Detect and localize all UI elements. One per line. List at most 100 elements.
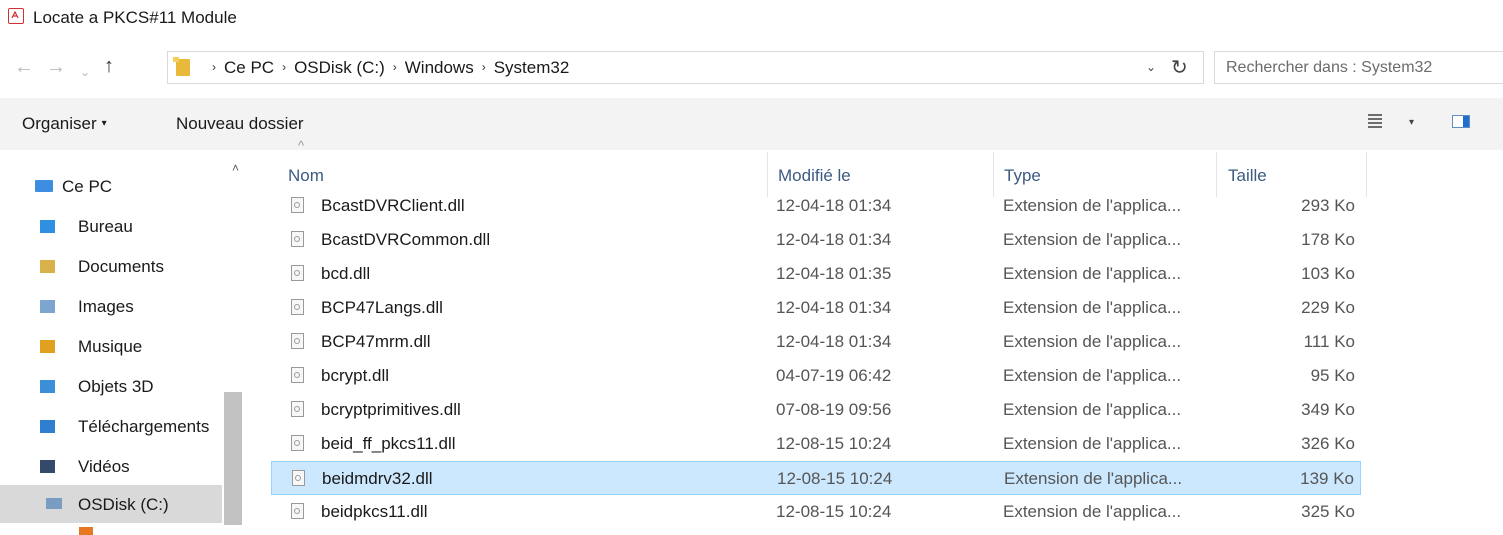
breadcrumb-windows[interactable]: Windows <box>405 58 474 77</box>
sidebar-item-ce-pc[interactable]: Ce PC <box>30 168 220 204</box>
breadcrumb-system32[interactable]: System32 <box>494 58 570 77</box>
sidebar-item-musique[interactable]: Musique <box>40 328 220 364</box>
file-modified: 12-04-18 01:34 <box>776 196 892 215</box>
breadcrumb-osdisk[interactable]: OSDisk (C:) <box>294 58 385 77</box>
title-bar: Locate a PKCS#11 Module <box>0 0 1503 36</box>
column-header-type[interactable]: Type <box>1004 166 1041 186</box>
file-name: BcastDVRCommon.dll <box>321 230 491 249</box>
column-header-size[interactable]: Taille <box>1228 166 1267 186</box>
file-size: 103 Ko <box>1301 264 1355 283</box>
dll-file-icon <box>291 333 304 349</box>
details-view-icon[interactable] <box>1368 114 1382 128</box>
chevron-right-icon[interactable]: › <box>393 60 397 74</box>
organise-label: Organiser <box>22 114 97 133</box>
new-folder-button[interactable]: Nouveau dossier <box>176 114 304 134</box>
chevron-right-icon[interactable]: › <box>282 60 286 74</box>
file-size: 293 Ko <box>1301 196 1355 215</box>
view-options-caret-icon[interactable]: ▾ <box>1409 117 1414 128</box>
file-type: Extension de l'applica... <box>1003 502 1182 521</box>
dll-file-icon <box>291 401 304 417</box>
breadcrumb: › Ce PC › OSDisk (C:) › Windows › System32 <box>204 58 569 78</box>
table-row[interactable]: bcryptprimitives.dll 07-08-19 09:56 Extens… <box>271 393 1361 427</box>
dll-file-icon <box>291 231 304 247</box>
address-bar[interactable]: › Ce PC › OSDisk (C:) › Windows › System32 ⌄ ↻ <box>167 51 1204 84</box>
scroll-up-icon[interactable]: ˄ <box>232 161 239 175</box>
dll-file-icon <box>291 367 304 383</box>
file-modified: 12-08-15 10:24 <box>776 434 892 453</box>
chevron-right-icon[interactable]: › <box>212 60 216 74</box>
table-row[interactable]: beid_ff_pkcs11.dll 12-08-15 10:24 Extensio… <box>271 427 1361 461</box>
dll-file-icon <box>291 299 304 315</box>
sidebar-item-documents[interactable]: Documents <box>40 248 220 284</box>
sidebar-item-label: Ce PC <box>62 177 113 196</box>
folder-icon <box>173 57 190 76</box>
drive-icon <box>46 498 62 509</box>
sidebar-scrollbar-thumb[interactable] <box>224 392 242 525</box>
sidebar-item-label: OSDisk (C:) <box>78 495 169 514</box>
table-row[interactable]: bcrypt.dll 04-07-19 06:42 Extension de l'a… <box>271 359 1361 393</box>
file-list: ^ Nom Modifié le Type Taille BcastDVRCli… <box>242 138 1503 535</box>
sidebar-item-label: Objets 3D <box>78 377 154 396</box>
file-modified: 12-08-15 10:24 <box>776 502 892 521</box>
file-type: Extension de l'applica... <box>1003 230 1182 249</box>
file-modified: 12-04-18 01:34 <box>776 298 892 317</box>
table-row[interactable]: BCP47Langs.dll 12-04-18 01:34 Extension de… <box>271 291 1361 325</box>
file-type: Extension de l'applica... <box>1003 434 1182 453</box>
table-row[interactable]: BcastDVRClient.dll 12-04-18 01:34 Extensio… <box>271 189 1361 223</box>
music-folder-icon <box>40 340 55 353</box>
up-arrow-icon[interactable]: ↑ <box>104 56 114 76</box>
file-size: 95 Ko <box>1310 366 1355 385</box>
forward-arrow-icon[interactable]: → <box>46 57 66 77</box>
file-type: Extension de l'applica... <box>1003 332 1182 351</box>
sidebar-item-label: Documents <box>78 257 164 276</box>
organise-button[interactable]: Organiser ▾ <box>22 114 107 134</box>
column-header-modified[interactable]: Modifié le <box>778 166 851 186</box>
sidebar-item-label: Bureau <box>78 217 133 236</box>
sidebar-item-bureau[interactable]: Bureau <box>40 208 220 244</box>
column-header-name[interactable]: Nom <box>288 166 324 186</box>
sidebar-item-objets-3d[interactable]: Objets 3D <box>40 368 220 404</box>
command-toolbar: Organiser ▾ Nouveau dossier ▾ <box>0 98 1503 150</box>
sidebar-item-label: Musique <box>78 337 143 356</box>
file-modified: 12-08-15 10:24 <box>777 469 893 488</box>
chevron-right-icon[interactable]: › <box>482 60 486 74</box>
sidebar-item-videos[interactable]: Vidéos <box>40 448 220 484</box>
preview-pane-icon[interactable] <box>1452 115 1470 128</box>
file-name: BCP47Langs.dll <box>321 298 443 317</box>
caret-down-icon: ▾ <box>101 118 107 129</box>
dll-file-icon <box>292 470 305 486</box>
table-row[interactable]: bcd.dll 12-04-18 01:35 Extension de l'appl… <box>271 257 1361 291</box>
file-size: 349 Ko <box>1301 400 1355 419</box>
file-name: BCP47mrm.dll <box>321 332 431 351</box>
search-input[interactable]: Rechercher dans : System32 <box>1214 51 1503 84</box>
recent-locations-chevron-icon[interactable]: ⌄ <box>80 62 90 82</box>
sidebar-item-label: Téléchargements <box>78 417 210 436</box>
refresh-icon[interactable]: ↻ <box>1171 55 1188 80</box>
address-dropdown-chevron-icon[interactable]: ⌄ <box>1146 60 1156 74</box>
file-type: Extension de l'applica... <box>1003 264 1182 283</box>
table-row[interactable]: beidpkcs11.dll 12-08-15 10:24 Extension de… <box>271 495 1361 529</box>
file-size: 229 Ko <box>1301 298 1355 317</box>
sort-ascending-icon: ^ <box>298 138 305 153</box>
file-type: Extension de l'applica... <box>1004 469 1183 488</box>
column-divider[interactable] <box>1366 152 1367 197</box>
dll-file-icon <box>291 503 304 519</box>
file-name: bcrypt.dll <box>321 366 390 385</box>
3d-objects-folder-icon <box>40 380 55 393</box>
file-type: Extension de l'applica... <box>1003 366 1182 385</box>
navigation-bar: ← → ⌄ ↑ › Ce PC › OSDisk (C:) › Windows › Syste… <box>0 48 1503 88</box>
sidebar-item-telechargements[interactable]: Téléchargements <box>40 408 222 444</box>
back-arrow-icon[interactable]: ← <box>14 57 34 77</box>
table-row[interactable]: BcastDVRCommon.dll 12-04-18 01:34 Extensio… <box>271 223 1361 257</box>
pdf-app-icon <box>8 8 24 24</box>
file-modified: 12-04-18 01:34 <box>776 230 892 249</box>
documents-folder-icon <box>40 260 55 273</box>
file-name: beidmdrv32.dll <box>322 469 433 488</box>
file-size: 178 Ko <box>1301 230 1355 249</box>
file-name: beid_ff_pkcs11.dll <box>321 434 456 453</box>
breadcrumb-ce-pc[interactable]: Ce PC <box>224 58 274 77</box>
table-row[interactable]: BCP47mrm.dll 12-04-18 01:34 Extension de l… <box>271 325 1361 359</box>
sidebar-item-images[interactable]: Images <box>40 288 220 324</box>
sidebar-item-osdisk[interactable]: OSDisk (C:) <box>0 485 222 523</box>
table-row[interactable]: beidmdrv32.dll 12-08-15 10:24 Extension de… <box>271 461 1361 495</box>
